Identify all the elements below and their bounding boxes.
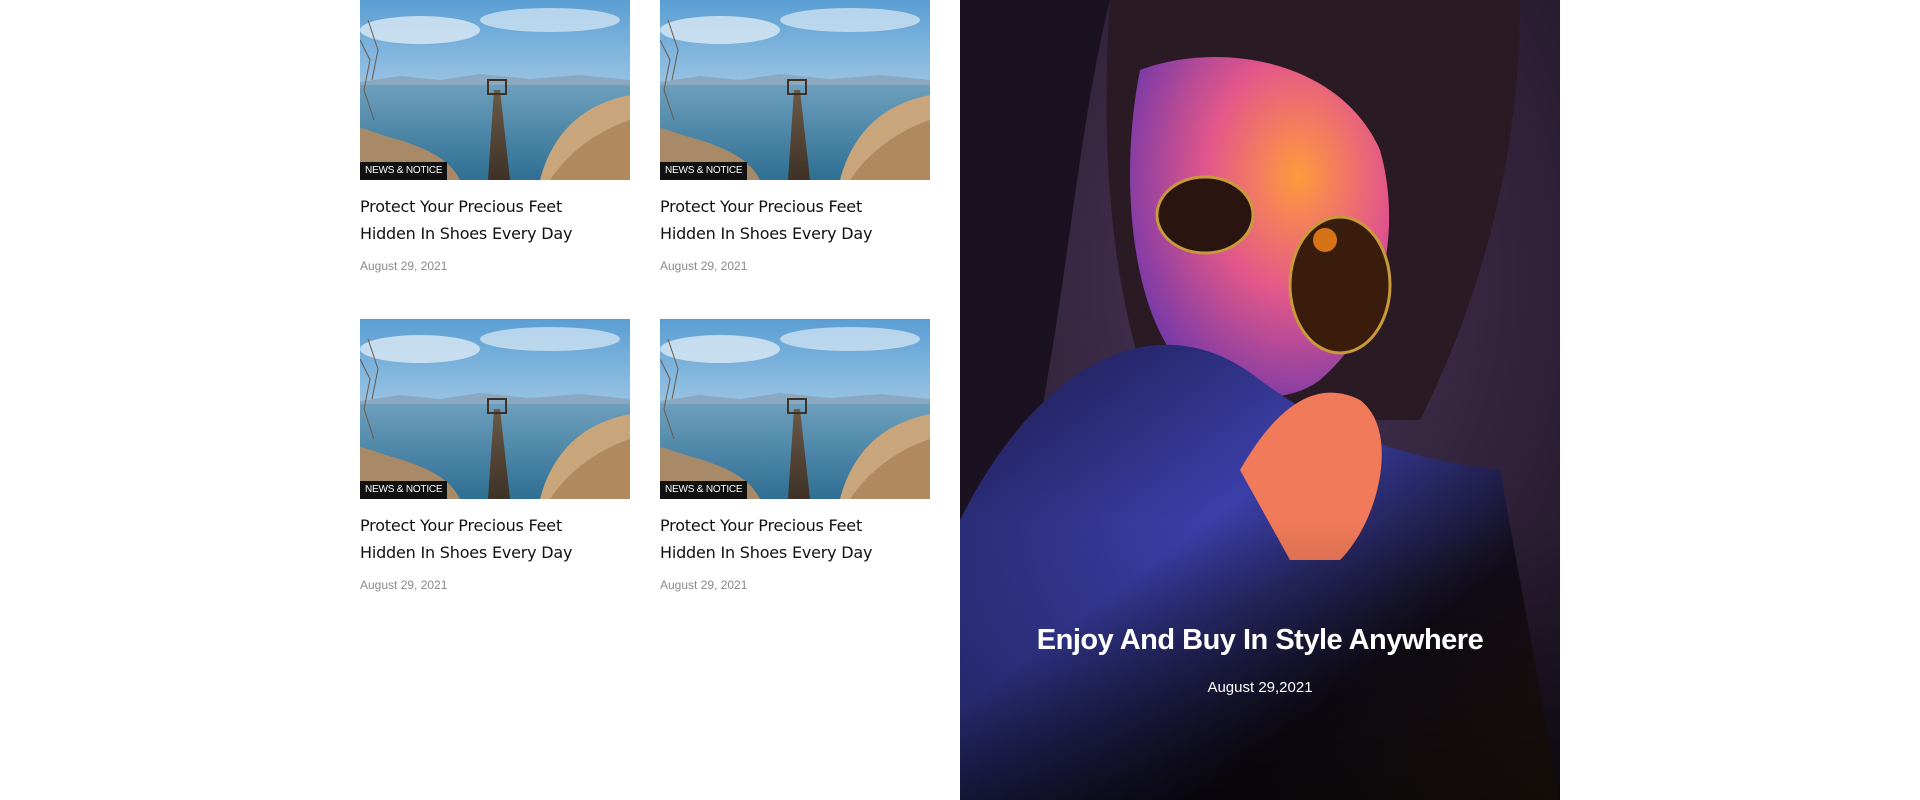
blog-card: NEWS & NOTICE Protect Your Precious Feet… [360, 319, 630, 592]
blog-card-image-link[interactable]: NEWS & NOTICE [360, 319, 630, 499]
category-badge[interactable]: NEWS & NOTICE [660, 162, 748, 180]
blog-card-image-link[interactable]: NEWS & NOTICE [360, 0, 630, 180]
promo-banner[interactable]: Enjoy And Buy In Style Anywhere August 2… [960, 0, 1560, 800]
blog-card-title[interactable]: Protect Your Precious Feet Hidden In Sho… [660, 193, 900, 247]
blog-card: NEWS & NOTICE Protect Your Precious Feet… [360, 0, 630, 273]
page: NEWS & NOTICE Protect Your Precious Feet… [0, 0, 1920, 800]
lake-pier-thumbnail [360, 319, 630, 499]
blog-card-title[interactable]: Protect Your Precious Feet Hidden In Sho… [360, 193, 600, 247]
lake-pier-thumbnail [660, 0, 930, 180]
blog-card-date: August 29, 2021 [660, 578, 748, 592]
blog-card-date: August 29, 2021 [360, 578, 448, 592]
blog-card-image-link[interactable]: NEWS & NOTICE [660, 319, 930, 499]
lake-pier-thumbnail [360, 0, 630, 180]
blog-card-title[interactable]: Protect Your Precious Feet Hidden In Sho… [660, 512, 900, 566]
category-badge[interactable]: NEWS & NOTICE [360, 162, 448, 180]
blog-post-grid: NEWS & NOTICE Protect Your Precious Feet… [360, 0, 930, 592]
blog-card-image-link[interactable]: NEWS & NOTICE [660, 0, 930, 180]
promo-date: August 29,2021 [1207, 679, 1313, 696]
blog-card: NEWS & NOTICE Protect Your Precious Feet… [660, 319, 930, 592]
category-badge[interactable]: NEWS & NOTICE [360, 481, 448, 499]
lake-pier-thumbnail [660, 319, 930, 499]
promo-title[interactable]: Enjoy And Buy In Style Anywhere [960, 622, 1560, 658]
category-badge[interactable]: NEWS & NOTICE [660, 481, 748, 499]
blog-card-date: August 29, 2021 [660, 259, 748, 273]
blog-card-date: August 29, 2021 [360, 259, 448, 273]
blog-card-title[interactable]: Protect Your Precious Feet Hidden In Sho… [360, 512, 600, 566]
blog-card: NEWS & NOTICE Protect Your Precious Feet… [660, 0, 930, 273]
